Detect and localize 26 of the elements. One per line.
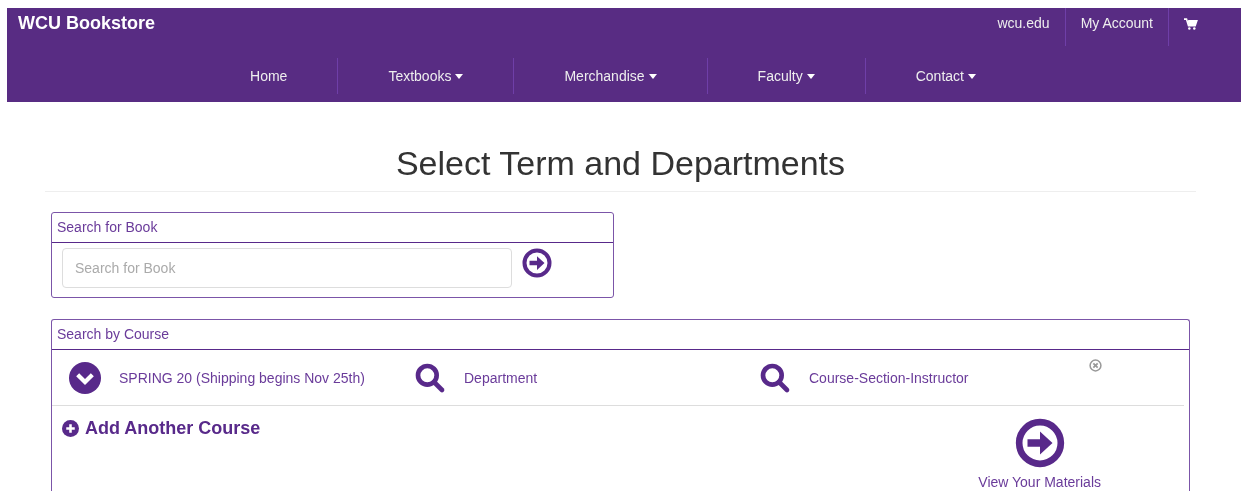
arrow-circle-icon: [1014, 418, 1065, 468]
search-link[interactable]: Course-Section-Instructor: [809, 369, 969, 386]
arrow-circle-icon: [522, 248, 552, 278]
go-button[interactable]: [522, 248, 552, 278]
nav-item[interactable]: Home: [215, 58, 338, 94]
page-title: Select Term and Departments: [45, 143, 1196, 192]
search-link[interactable]: Department: [464, 369, 538, 386]
nav-item[interactable]: Merchandise: [513, 58, 707, 94]
panel-heading: Search by Course: [52, 320, 1189, 350]
panel-heading: Search for Book: [52, 213, 613, 243]
search-icon[interactable]: [414, 361, 446, 394]
term-select[interactable]: SPRING 20 (Shipping begins Nov 25th): [119, 369, 365, 386]
top-link[interactable]: My Account: [1064, 8, 1168, 46]
nav-item[interactable]: Faculty: [706, 58, 865, 94]
chevron-circle-icon[interactable]: [69, 361, 101, 394]
plus-circle-icon: [62, 420, 79, 437]
search-icon[interactable]: [759, 361, 791, 394]
view-materials-link[interactable]: View Your Materials: [978, 418, 1101, 490]
add-course-link[interactable]: Add Another Course: [62, 418, 261, 439]
nav-item[interactable]: Textbooks: [337, 58, 514, 94]
cart-icon[interactable]: [1184, 18, 1198, 30]
remove-icon[interactable]: [1089, 359, 1102, 372]
nav-item[interactable]: Contact: [864, 58, 1026, 94]
search-field[interactable]: Search for Book: [62, 248, 512, 288]
site-title[interactable]: WCU Bookstore: [7, 8, 155, 34]
top-link[interactable]: wcu.edu: [982, 8, 1065, 46]
